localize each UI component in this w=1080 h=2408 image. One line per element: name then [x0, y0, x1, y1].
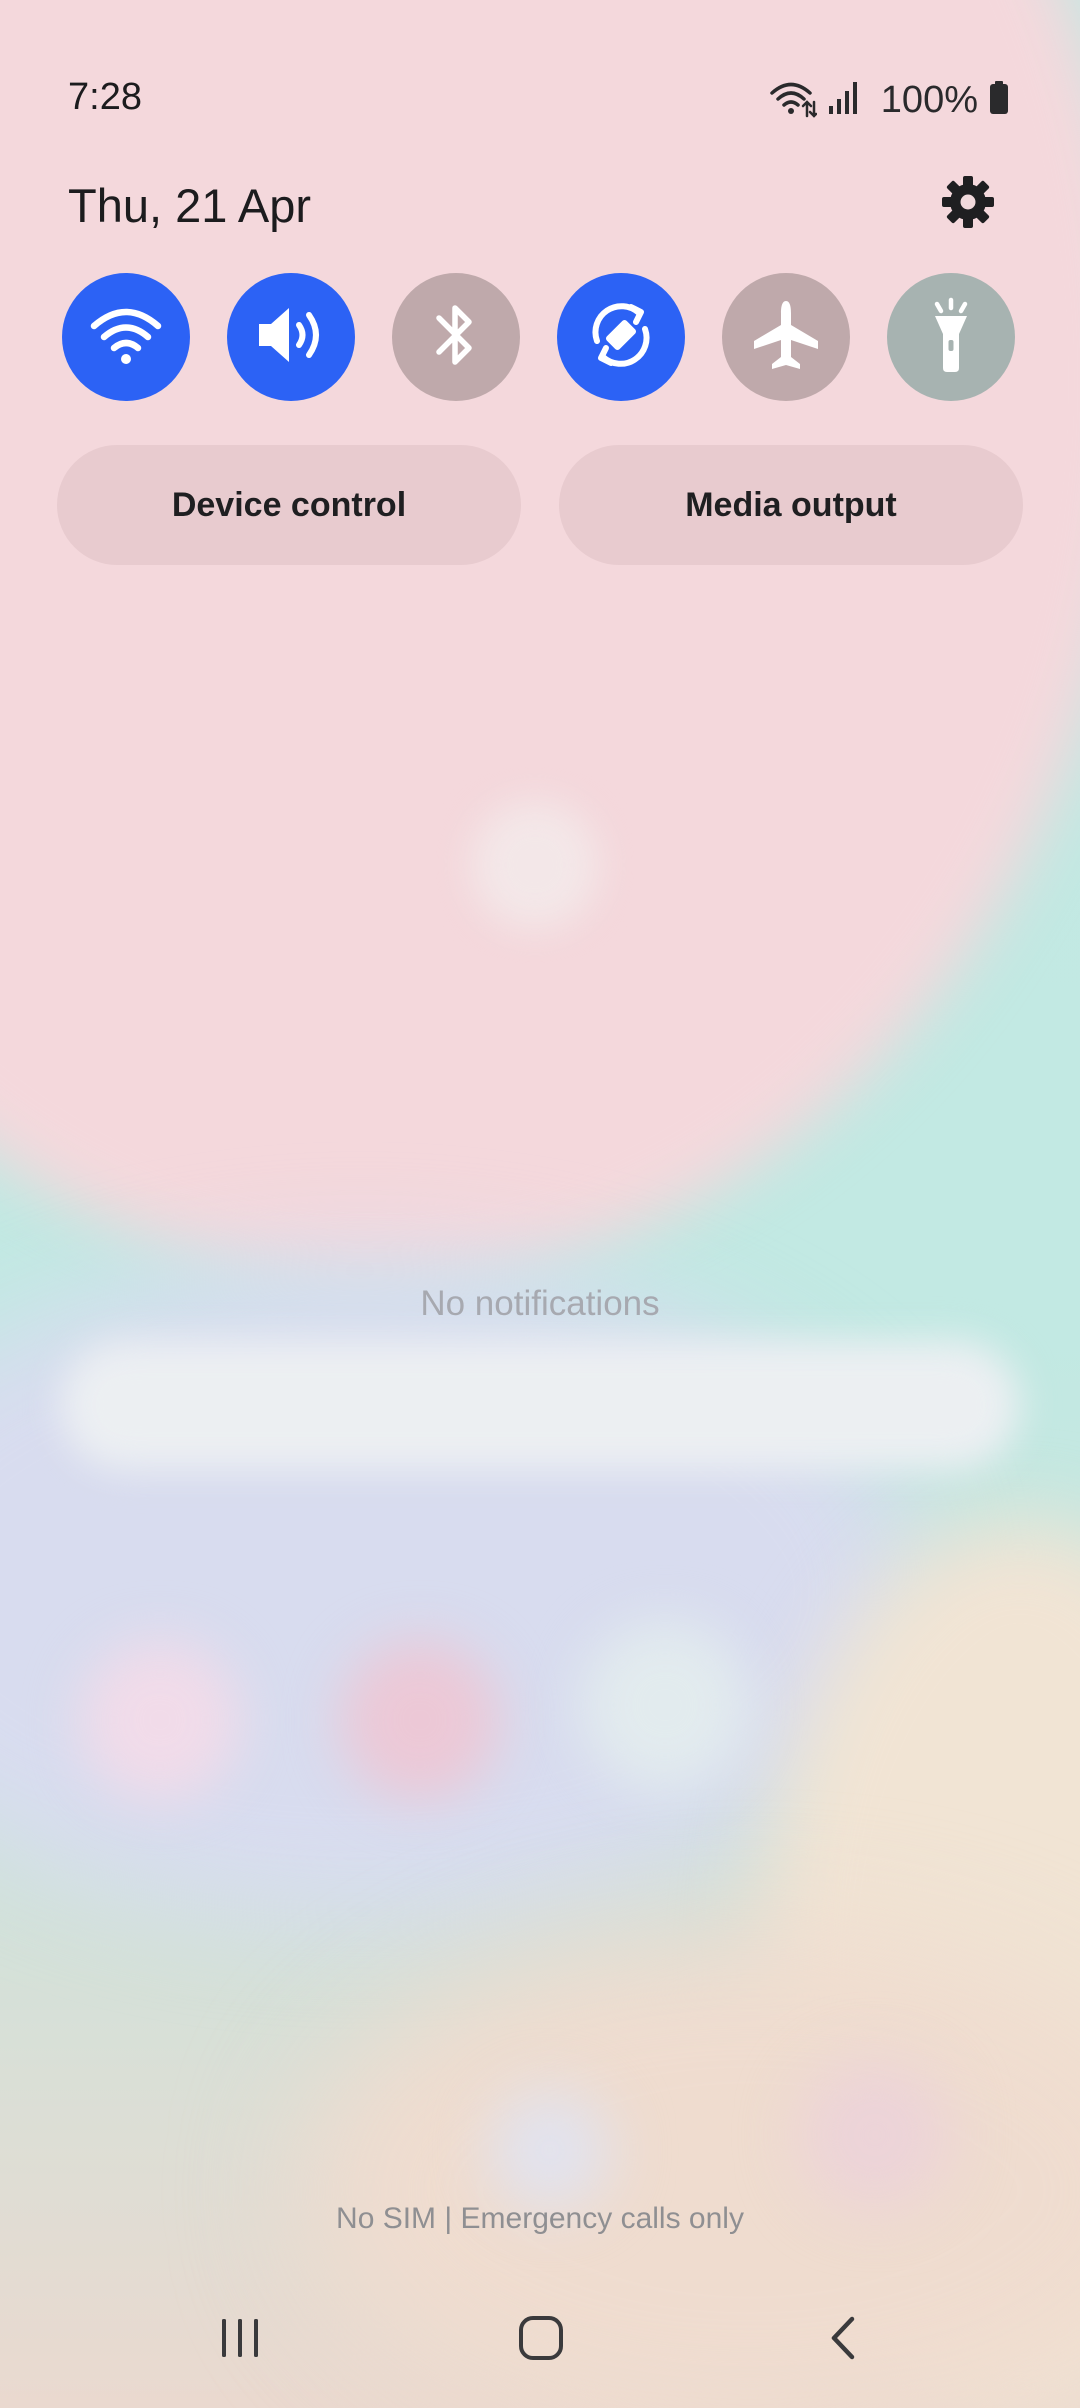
- speaker-icon: [253, 302, 329, 373]
- status-icons: 100%: [769, 70, 1010, 130]
- battery-percentage: 100%: [880, 78, 978, 121]
- media-output-button[interactable]: Media output: [559, 445, 1023, 565]
- flashlight-toggle[interactable]: [887, 273, 1015, 401]
- back-button[interactable]: [804, 2310, 884, 2370]
- bluetooth-toggle[interactable]: [392, 273, 520, 401]
- rotate-icon: [583, 297, 659, 378]
- recent-apps-button[interactable]: [200, 2310, 280, 2370]
- auto-rotate-toggle[interactable]: [557, 273, 685, 401]
- back-icon: [824, 2313, 864, 2368]
- flashlight-icon: [921, 296, 981, 379]
- home-button[interactable]: [501, 2310, 581, 2370]
- notification-panel: 7:28 100% Thu, 21 Apr Device control Med…: [0, 0, 1080, 2408]
- airplane-mode-toggle[interactable]: [722, 273, 850, 401]
- settings-button[interactable]: [938, 174, 998, 234]
- battery-icon: [988, 78, 1010, 123]
- wifi-icon: [88, 302, 164, 373]
- recent-apps-icon: [218, 2316, 262, 2365]
- status-bar: 7:28 100%: [0, 70, 1080, 130]
- no-notifications-label: No notifications: [420, 1284, 660, 1323]
- wifi-toggle[interactable]: [62, 273, 190, 401]
- wifi-signal-icon: [769, 78, 818, 123]
- date-label: Thu, 21 Apr: [68, 179, 311, 232]
- gear-icon: [941, 175, 995, 234]
- cellular-signal-icon: [827, 78, 861, 123]
- bluetooth-icon: [431, 298, 481, 377]
- home-icon: [516, 2313, 566, 2368]
- status-clock: 7:28: [68, 76, 142, 118]
- device-control-button[interactable]: Device control: [57, 445, 521, 565]
- sound-toggle[interactable]: [227, 273, 355, 401]
- carrier-status: No SIM | Emergency calls only: [336, 2202, 744, 2235]
- airplane-icon: [748, 297, 824, 378]
